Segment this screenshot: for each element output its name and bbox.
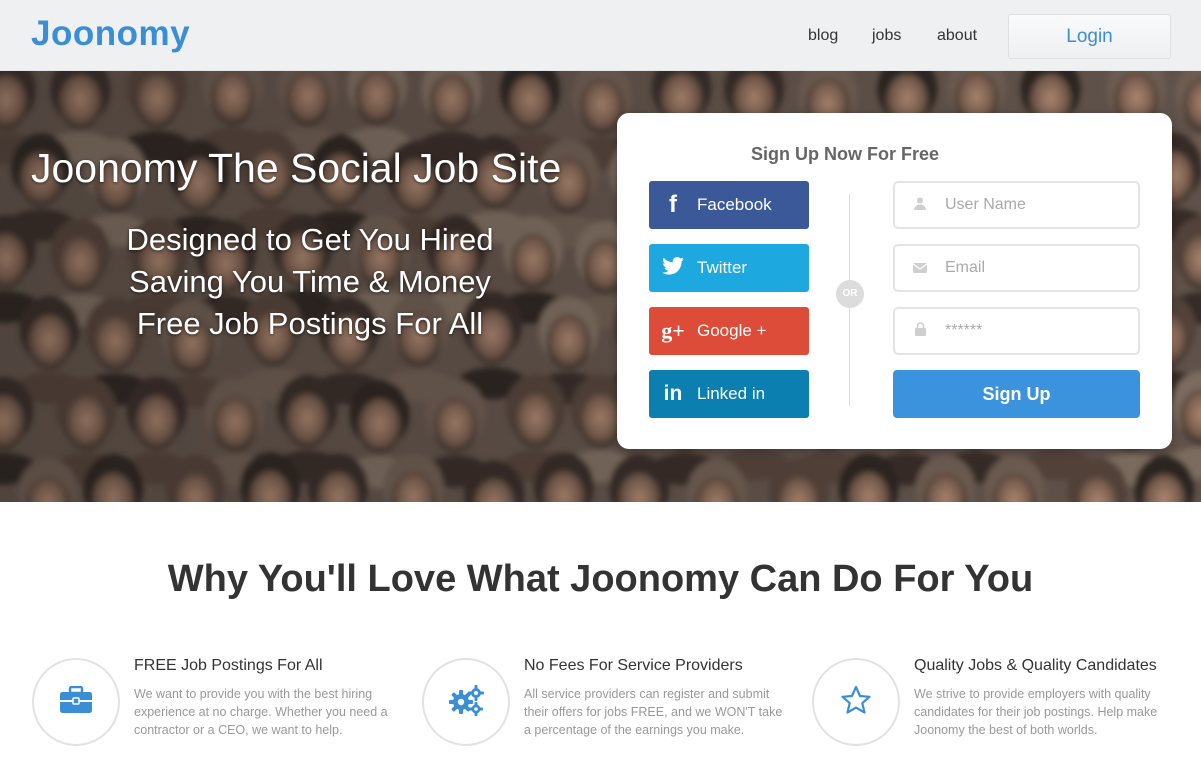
envelope-icon [895, 260, 945, 277]
feature-item: No Fees For Service Providers All servic… [422, 655, 792, 755]
nav-link-blog[interactable]: blog [808, 27, 838, 45]
star-icon [840, 685, 872, 720]
twitter-icon [649, 254, 697, 282]
linkedin-icon: in [663, 382, 683, 405]
twitter-signup-button[interactable]: Twitter [649, 244, 809, 292]
feature-title: Quality Jobs & Quality Candidates [914, 657, 1157, 674]
password-field[interactable] [893, 307, 1140, 355]
google-plus-icon: g+ [661, 318, 685, 343]
facebook-icon: f [669, 191, 677, 218]
login-button[interactable]: Login [1008, 14, 1171, 59]
twitter-label: Twitter [697, 258, 748, 277]
feature-icon-circle [812, 658, 900, 746]
hero-subtitle-line: Free Job Postings For All [136, 306, 484, 341]
or-badge: OR [836, 280, 864, 308]
feature-description: We strive to provide employers with qual… [914, 687, 1158, 737]
email-input[interactable] [945, 259, 1125, 277]
hero-title: Joonomy The Social Job Site [31, 145, 562, 191]
feature-description: We want to provide you with the best hir… [134, 687, 388, 737]
feature-title: FREE Job Postings For All [134, 657, 323, 674]
email-field[interactable] [893, 244, 1140, 292]
linkedin-label: Linked in [697, 384, 766, 403]
briefcase-icon [59, 685, 93, 719]
nav-link-jobs[interactable]: jobs [872, 27, 901, 45]
signup-card: Sign Up Now For Free f Facebook Twitter … [617, 113, 1172, 449]
feature-icon-circle [32, 658, 120, 746]
password-input[interactable] [945, 322, 1125, 340]
linkedin-signup-button[interactable]: in Linked in [649, 370, 809, 418]
user-icon [895, 197, 945, 214]
google-plus-label: Google + [697, 321, 767, 340]
feature-item: Quality Jobs & Quality Candidates We str… [812, 655, 1182, 755]
username-field[interactable] [893, 181, 1140, 229]
signup-title: Sign Up Now For Free [750, 144, 939, 164]
facebook-signup-button[interactable]: f Facebook [649, 181, 809, 229]
feature-icon-circle [422, 658, 510, 746]
top-header: Joonomy blog jobs about Login [0, 0, 1201, 71]
lock-icon [895, 322, 945, 340]
google-plus-signup-button[interactable]: g+ Google + [649, 307, 809, 355]
features-heading: Why You'll Love What Joonomy Can Do For … [167, 558, 1034, 600]
sign-up-button[interactable]: Sign Up [893, 370, 1140, 418]
feature-item: FREE Job Postings For All We want to pro… [32, 655, 402, 755]
gears-icon [447, 684, 485, 721]
username-input[interactable] [945, 196, 1125, 214]
feature-title: No Fees For Service Providers [524, 657, 743, 674]
hero-subtitle-line: Saving You Time & Money [129, 264, 491, 299]
joonomy-logo[interactable]: Joonomy [31, 14, 190, 54]
nav-link-about[interactable]: about [937, 27, 977, 45]
hero-subtitle-line: Designed to Get You Hired [126, 222, 494, 257]
facebook-label: Facebook [697, 195, 772, 214]
feature-description: All service providers can register and s… [524, 687, 783, 737]
